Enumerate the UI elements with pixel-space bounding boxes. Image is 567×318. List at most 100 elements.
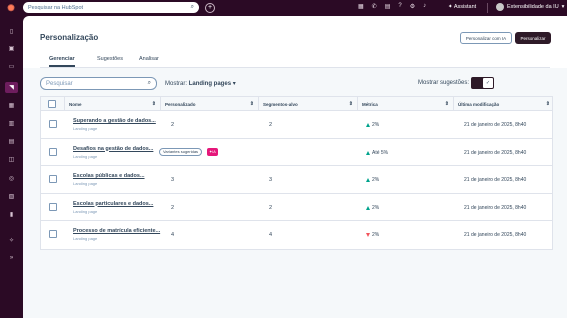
- column-label: Personalizado: [165, 101, 196, 107]
- metric-value: 2%: [366, 205, 379, 211]
- page-name-link[interactable]: Escolas particulares e dados...: [73, 201, 153, 207]
- library-icon[interactable]: ▧: [5, 191, 18, 202]
- page-name-link[interactable]: Superando a gestão de dados...: [73, 118, 156, 124]
- personalized-count: 3: [171, 177, 175, 183]
- row-checkbox[interactable]: [49, 202, 57, 211]
- last-modified: 21 de janeiro de 2025, 8h40: [464, 177, 527, 183]
- inbox-icon[interactable]: ▭: [5, 61, 18, 72]
- column-label: Métrica: [362, 101, 378, 107]
- column-header-personalizado[interactable]: Personalizado ⇕: [161, 97, 259, 111]
- collapse-icon[interactable]: »: [5, 252, 18, 263]
- show-value: Landing pages: [188, 81, 232, 87]
- search-input[interactable]: Pesquisar ⌕: [40, 77, 157, 90]
- create-new-button[interactable]: +: [205, 3, 215, 13]
- segments-count: 3: [269, 177, 273, 183]
- personalize-with-ai-button[interactable]: Personalizar com IA: [460, 32, 512, 44]
- content-icon[interactable]: ▦: [5, 100, 18, 111]
- account-menu[interactable]: Extensibilidade da IU ▾: [496, 3, 564, 11]
- last-modified: 21 de janeiro de 2025, 8h40: [464, 122, 527, 128]
- metric-text: 2%: [372, 177, 380, 183]
- segments-count: 2: [269, 204, 273, 211]
- show-filter-dropdown[interactable]: Mostrar: Landing pages ▾: [165, 80, 236, 87]
- column-header-segmentos[interactable]: Segmentos-alvo ⇕: [259, 97, 358, 111]
- phone-icon[interactable]: ✆: [372, 3, 377, 10]
- contacts-icon[interactable]: ▣: [5, 43, 18, 54]
- column-label: Segmentos-alvo: [263, 101, 298, 107]
- table-header: Nome ⇕ Personalizado ⇕ Segmentos-alvo ⇕ …: [41, 97, 552, 111]
- marketing-icon[interactable]: ◥: [5, 82, 18, 93]
- top-navigation-bar: ✺ Pesquisar na HubSpot ⌕ + ▦ ✆ ▤ ? ⚙ ♪ ✦…: [0, 0, 567, 16]
- sales-icon[interactable]: ▥: [5, 118, 18, 129]
- settings-icon[interactable]: ⚙: [410, 3, 415, 10]
- service-icon[interactable]: ◫: [5, 154, 18, 165]
- marketplace-icon[interactable]: ▤: [385, 3, 391, 10]
- row-checkbox[interactable]: [49, 230, 57, 238]
- pages-table: Nome ⇕ Personalizado ⇕ Segmentos-alvo ⇕ …: [40, 96, 553, 250]
- metric-value: 2%: [366, 122, 379, 128]
- bookmark-icon[interactable]: ▯: [5, 26, 18, 37]
- search-placeholder: Pesquisar: [46, 80, 73, 87]
- global-search-input[interactable]: Pesquisar na HubSpot ⌕: [23, 2, 199, 13]
- search-icon: ⌕: [147, 80, 151, 86]
- global-search-placeholder: Pesquisar na HubSpot: [28, 4, 84, 11]
- personalize-button[interactable]: Personalizar: [515, 32, 551, 44]
- trend-down-icon: [366, 233, 370, 237]
- tab-gerenciar[interactable]: Gerenciar: [49, 56, 75, 67]
- segments-count: 2: [269, 122, 273, 128]
- hubspot-logo-icon[interactable]: ✺: [0, 0, 22, 16]
- page-name-link[interactable]: Escolas públicas e dados...: [73, 173, 145, 179]
- row-checkbox[interactable]: [49, 120, 57, 128]
- table-row: Escolas públicas e dados... Landing page…: [41, 166, 552, 194]
- column-header-ultima-modificacao[interactable]: Última modificação ⇕: [454, 97, 554, 111]
- reports-icon[interactable]: ▮: [5, 209, 18, 220]
- sort-icon: ⇕: [151, 101, 156, 107]
- select-all-cell: [41, 97, 65, 111]
- metric-value: 2%: [366, 232, 379, 238]
- tab-bar: Gerenciar Sugestões Analisar: [40, 54, 550, 68]
- trend-up-icon: [366, 178, 370, 182]
- grid-icon[interactable]: ▦: [358, 3, 364, 10]
- personalized-count: 2: [171, 204, 175, 211]
- row-checkbox[interactable]: [49, 175, 57, 183]
- trend-up-icon: [366, 205, 370, 210]
- page-title: Personalização: [40, 33, 99, 42]
- topbar-divider: [487, 3, 488, 13]
- column-header-metrica[interactable]: Métrica ⇕: [358, 97, 454, 111]
- chevron-down-icon: ▾: [232, 81, 236, 87]
- sort-icon: ⇕: [545, 101, 550, 107]
- help-icon[interactable]: ?: [398, 3, 401, 10]
- automation-icon[interactable]: ✧: [5, 235, 18, 246]
- tab-analisar[interactable]: Analisar: [139, 56, 159, 65]
- table-row: Desafios na gestão de dados... Landing p…: [41, 139, 552, 166]
- metric-text: 2%: [372, 122, 380, 128]
- table-row: Escolas particulares e dados... Landing …: [41, 194, 552, 221]
- assistant-button[interactable]: ✦ Assistant: [448, 4, 476, 10]
- suggested-variants-pill[interactable]: Variantes sugeridas: [159, 147, 203, 156]
- page-type: Landing page: [73, 126, 98, 131]
- main-panel: Personalização Personalizar com IA Perso…: [23, 16, 567, 318]
- metric-text: 2%: [372, 204, 380, 211]
- ai-badge: ✦ IA: [207, 147, 218, 156]
- search-icon: ⌕: [190, 4, 194, 10]
- table-row: Superando a gestão de dados... Landing p…: [41, 111, 552, 139]
- show-suggestions-label: Mostrar sugestões:: [418, 80, 470, 86]
- bell-icon[interactable]: ♪: [423, 3, 426, 10]
- page-name-link[interactable]: Desafios na gestão de dados...: [73, 146, 153, 152]
- assistant-label: Assistant: [453, 4, 477, 10]
- row-checkbox[interactable]: [49, 147, 57, 156]
- column-header-nome[interactable]: Nome ⇕: [65, 97, 161, 111]
- avatar: [496, 3, 504, 11]
- page-name-link[interactable]: Processo de matrícula eficiente...: [73, 228, 160, 234]
- trend-up-icon: [366, 150, 370, 155]
- show-label: Mostrar:: [165, 81, 188, 87]
- commerce-icon[interactable]: ▤: [5, 136, 18, 147]
- show-suggestions-toggle[interactable]: ✓: [471, 77, 494, 89]
- last-modified: 21 de janeiro de 2025, 8h40: [464, 204, 527, 211]
- metric-value: Até 5%: [366, 150, 388, 156]
- data-icon[interactable]: ◎: [5, 173, 18, 184]
- ai-badge-label: IA: [212, 149, 216, 154]
- tab-sugestoes[interactable]: Sugestões: [97, 56, 123, 65]
- account-name: Extensibilidade da IU: [507, 4, 559, 10]
- select-all-checkbox[interactable]: [48, 100, 56, 108]
- page-type: Landing page: [73, 153, 98, 159]
